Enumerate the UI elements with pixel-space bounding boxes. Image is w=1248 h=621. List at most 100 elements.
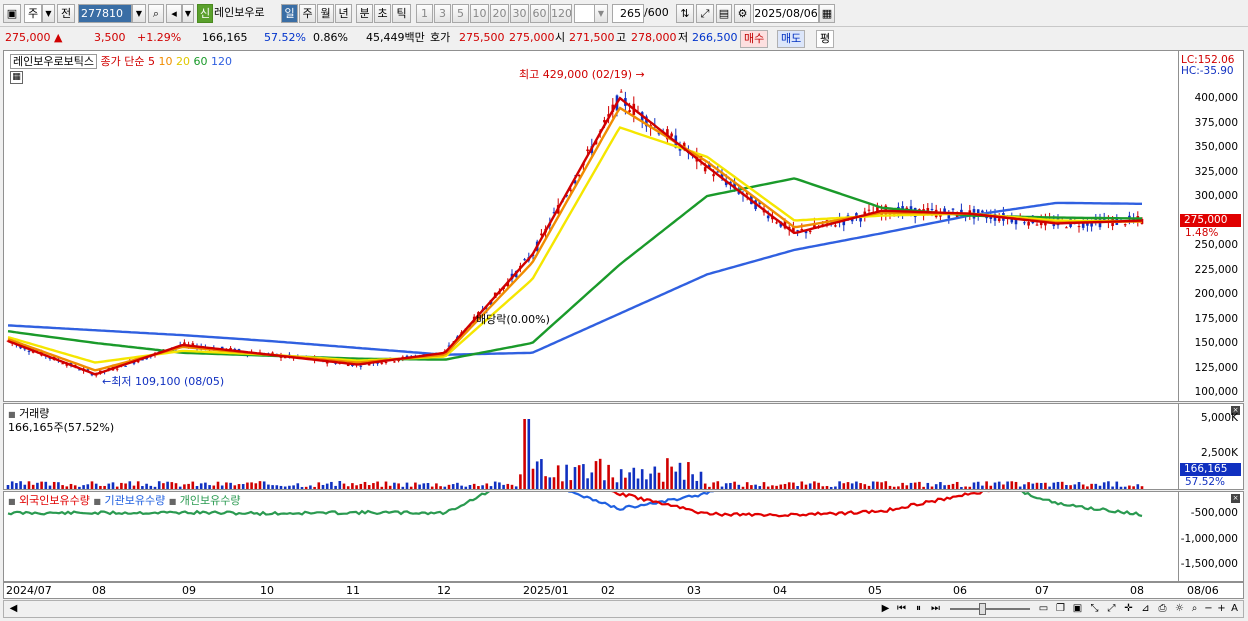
volume-bar [1035, 482, 1039, 489]
period-second[interactable]: 초 [374, 4, 391, 23]
volume-bar [304, 486, 308, 489]
interval-20[interactable]: 20 [490, 4, 509, 23]
fast-forward-icon[interactable]: ⏭ [928, 602, 943, 616]
draw-tool-icon[interactable]: ⤢ [696, 4, 714, 23]
volume-bar [775, 485, 778, 489]
volume-bar [888, 485, 892, 489]
zoom-icon[interactable]: ⌕ [1187, 602, 1202, 616]
holding-axis: × -500,000 -1,000,000 -1,500,000 [1179, 491, 1244, 582]
count-input[interactable]: 265 [612, 4, 644, 23]
zoom-slider-handle[interactable] [979, 603, 986, 615]
interval-30[interactable]: 30 [510, 4, 529, 23]
volume-bar [565, 464, 568, 489]
period-day[interactable]: 일 [281, 4, 298, 23]
volume-bar [267, 484, 270, 489]
stock-code-input[interactable]: 277810 [78, 4, 132, 23]
chevron-down-icon[interactable]: ▼ [42, 4, 55, 23]
settings-icon[interactable]: ☼ [1172, 602, 1187, 616]
high-annotation: 최고 429,000 (02/19) → [519, 66, 645, 82]
volume-pane[interactable]: ■ 거래량 166,165주(57.52%) [3, 403, 1179, 490]
trend2-icon[interactable]: ⤢ [1104, 602, 1119, 616]
volume-bar [86, 484, 90, 489]
trend-icon[interactable]: ⤡ [1087, 602, 1102, 616]
volume-bar [964, 486, 967, 489]
volume-bar [65, 486, 69, 489]
volume-bar [19, 481, 22, 489]
volume-bar [972, 482, 976, 489]
save-icon[interactable]: ▤ [716, 4, 732, 23]
print-icon[interactable]: ⎙ [1155, 602, 1170, 616]
pause-icon[interactable]: ⏸ [911, 602, 926, 616]
volume-bar [52, 481, 56, 489]
period-minute[interactable]: 분 [356, 4, 373, 23]
volume-bar [430, 486, 434, 489]
candle-body [1065, 227, 1068, 229]
volume-bar [149, 485, 153, 489]
prev-button[interactable]: 전 [57, 4, 75, 23]
volume-bar [745, 482, 749, 489]
interval-5[interactable]: 5 [452, 4, 469, 23]
candle-body [867, 209, 871, 211]
rewind-icon[interactable]: ⏮ [894, 602, 909, 616]
price-pane[interactable]: 레인보우로보틱스 종가 단순 5 10 20 60 120 ▦ 최고 429,0… [3, 50, 1179, 402]
layout-icon[interactable]: ▭ [1036, 602, 1051, 616]
turnover-pct: 57.52% [264, 31, 306, 44]
scroll-left-icon[interactable]: ◀ [6, 602, 21, 616]
copy-icon[interactable]: ❐ [1053, 602, 1068, 616]
volume-bar [321, 484, 325, 489]
volume-bar [493, 481, 497, 489]
volume-bar [498, 482, 501, 489]
date-input[interactable]: 2025/08/06 [753, 4, 819, 23]
volume-bar [552, 477, 556, 489]
interval-1[interactable]: 1 [416, 4, 433, 23]
close-icon[interactable]: × [1231, 494, 1240, 503]
volume-bar [44, 481, 48, 489]
volume-bar [338, 481, 342, 489]
volume-bar [766, 486, 770, 489]
code-dropdown-icon[interactable]: ▼ [132, 4, 146, 23]
interval-10[interactable]: 10 [470, 4, 489, 23]
legend-stock-name: 레인보우로보틱스 [10, 54, 97, 69]
interval-120[interactable]: 120 [550, 4, 572, 23]
grid-toggle-icon[interactable]: ▦ [10, 71, 23, 84]
volume-bar [808, 483, 812, 489]
speaker-dropdown-icon[interactable]: ▼ [182, 4, 194, 23]
zoom-slider-track[interactable] [950, 608, 1030, 610]
x-label: 12 [437, 584, 451, 597]
volume-bar [372, 483, 375, 489]
interval-3[interactable]: 3 [434, 4, 451, 23]
volume-bar [1052, 482, 1056, 489]
crosshair-icon[interactable]: ✛ [1121, 602, 1136, 616]
window-icon[interactable]: ▣ [3, 4, 21, 23]
speaker-icon[interactable]: ◂ [166, 4, 182, 23]
candle-body [271, 352, 274, 354]
eval-button[interactable]: 평 [816, 30, 835, 48]
scroll-bar[interactable]: ◀ ▶ ⏮ ⏸ ⏭ ▭ ❐ ▣ ⤡ ⤢ ✛ ⊿ ⎙ ☼ ⌕ − + A [3, 600, 1244, 618]
chart-tool-icon[interactable]: ⇅ [676, 4, 694, 23]
volume-bar [300, 486, 304, 489]
interval-60[interactable]: 60 [530, 4, 549, 23]
x-label: 04 [773, 584, 787, 597]
volume-bar [527, 419, 531, 489]
measure-icon[interactable]: ⊿ [1138, 602, 1153, 616]
sell-button[interactable]: 매도 [777, 30, 806, 48]
period-year[interactable]: 년 [335, 4, 352, 23]
volume-bar [90, 481, 94, 489]
fit-icon[interactable]: ▣ [1070, 602, 1085, 616]
volume-bar [619, 469, 623, 489]
period-select[interactable]: 주 [24, 4, 42, 23]
volume-bar [1102, 482, 1106, 489]
text-size-icon[interactable]: A [1227, 602, 1242, 616]
calendar-icon[interactable]: ▦ [819, 4, 835, 23]
interval-dropdown-icon[interactable]: ▼ [594, 4, 608, 23]
holding-pane[interactable]: ■ 외국인보유수량 ■ 기관보유수량 ■ 개인보유수량 [3, 491, 1179, 582]
period-week[interactable]: 주 [299, 4, 316, 23]
gear-icon[interactable]: ⚙ [734, 4, 751, 23]
volume-bar [951, 483, 955, 489]
volume-bar [397, 483, 400, 489]
buy-button[interactable]: 매수 [740, 30, 769, 48]
search-icon[interactable]: ⌕ [148, 4, 164, 23]
period-tick[interactable]: 틱 [392, 4, 411, 23]
scroll-right-icon[interactable]: ▶ [878, 602, 893, 616]
period-month[interactable]: 월 [317, 4, 334, 23]
